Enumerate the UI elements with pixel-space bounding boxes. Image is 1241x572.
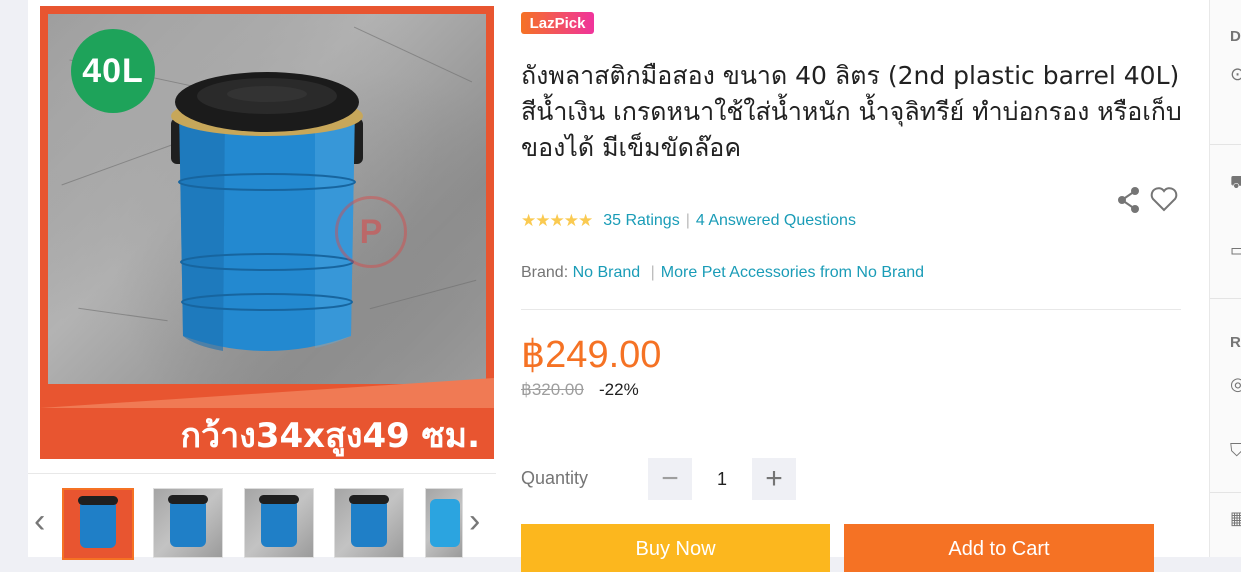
delivery-icon: ⛟ <box>1230 172 1241 196</box>
quantity-value[interactable]: 1 <box>700 469 744 490</box>
questions-link[interactable]: 4 Answered Questions <box>696 212 856 230</box>
brand-label: Brand: <box>521 264 569 281</box>
share-icon[interactable] <box>1116 186 1142 214</box>
sidebar-divider <box>1210 144 1241 145</box>
ratings-link[interactable]: 35 Ratings <box>603 212 680 230</box>
separator: | <box>685 212 690 229</box>
thumb-barrel-lid <box>259 495 299 504</box>
thumbnail-2[interactable] <box>153 488 223 558</box>
heart-icon[interactable] <box>1150 186 1178 212</box>
thumbnail-3[interactable] <box>244 488 314 558</box>
add-to-cart-button[interactable]: Add to Cart <box>844 524 1154 572</box>
lazpick-tag: LazPick <box>521 12 594 34</box>
thumb-barrel <box>430 499 460 547</box>
original-price: ฿320.00 <box>521 380 584 399</box>
main-product-image[interactable]: 40L P กว้าง34xสูง49 ซม. <box>40 6 494 459</box>
sidebar-heading-d: D <box>1230 28 1241 45</box>
brand-row: Brand: No Brand | More Pet Accessories fr… <box>521 264 924 282</box>
cash-icon: ▭ <box>1230 240 1241 260</box>
return-icon: ◎ <box>1230 374 1241 394</box>
current-price: ฿249.00 <box>521 334 662 376</box>
thumb-barrel <box>80 500 116 548</box>
thumbnail-1[interactable] <box>62 488 134 560</box>
buy-now-button[interactable]: Buy Now <box>521 524 830 572</box>
thumbnail-strip: ‹ › <box>28 473 496 560</box>
right-sidebar: D ⊙ ⛟ ▭ R ◎ ⛉ ▦ <box>1209 0 1241 557</box>
sidebar-divider <box>1210 492 1241 493</box>
separator: | <box>650 264 655 281</box>
chevron-right-icon[interactable]: › <box>469 504 480 538</box>
rating-stars: ★★★★★ <box>521 211 593 230</box>
thumb-barrel-lid <box>78 496 118 505</box>
qr-icon[interactable]: ▦ <box>1230 508 1241 529</box>
location-icon: ⊙ <box>1230 64 1241 84</box>
quantity-label: Quantity <box>521 468 589 488</box>
thumbnail-4[interactable] <box>334 488 404 558</box>
caption-band-accent <box>40 378 494 408</box>
sidebar-divider <box>1210 298 1241 299</box>
thumb-barrel <box>351 499 387 547</box>
plus-icon[interactable]: + <box>752 458 796 500</box>
chevron-left-icon[interactable]: ‹ <box>34 504 45 538</box>
rating-row: ★★★★★ 35 Ratings | 4 Answered Questions <box>521 210 856 232</box>
size-caption: กว้าง34xสูง49 ซม. <box>180 416 480 456</box>
thumb-barrel <box>261 499 297 547</box>
divider <box>521 309 1181 310</box>
shield-icon: ⛉ <box>1230 440 1241 460</box>
thumb-barrel-lid <box>168 495 208 504</box>
product-title: ถังพลาสติกมือสอง ขนาด 40 ลิตร (2nd plast… <box>521 61 1182 162</box>
sidebar-heading-r: R <box>1230 334 1241 351</box>
brand-link[interactable]: No Brand <box>573 264 641 281</box>
more-from-brand-link[interactable]: More Pet Accessories from No Brand <box>661 264 924 281</box>
thumb-barrel-lid <box>349 495 389 504</box>
minus-icon[interactable]: − <box>648 458 692 500</box>
capacity-badge: 40L <box>71 29 155 113</box>
discount-percent: -22% <box>599 380 639 399</box>
thumb-barrel <box>170 499 206 547</box>
thumbnail-5[interactable] <box>425 488 463 558</box>
watermark-logo: P <box>335 196 407 268</box>
